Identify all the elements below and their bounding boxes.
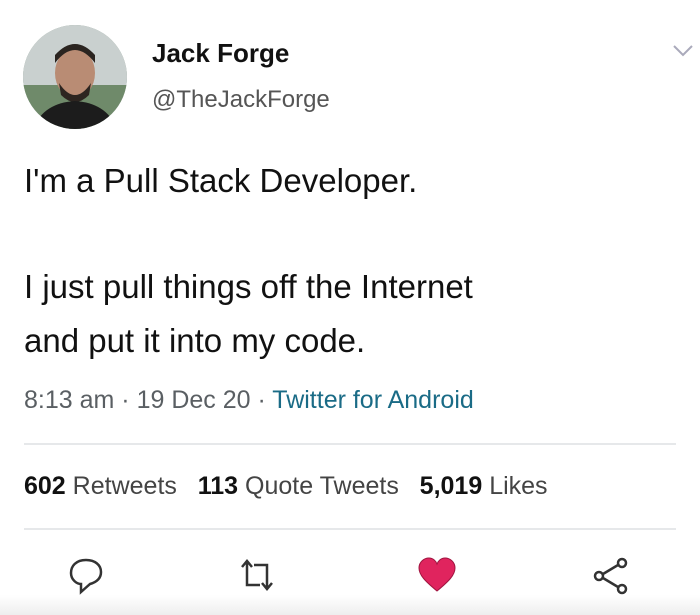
bottom-edge [0, 595, 700, 615]
separator: · [250, 386, 273, 414]
likes-label: Likes [489, 472, 548, 500]
quotes-label: Quote Tweets [245, 472, 399, 500]
retweets-stat[interactable]: 602 Retweets [24, 472, 177, 500]
quotes-count: 113 [197, 472, 239, 500]
user-handle[interactable]: @TheJackForge [152, 86, 330, 114]
display-name[interactable]: Jack Forge [152, 38, 289, 69]
reply-icon[interactable] [68, 557, 104, 595]
chevron-down-icon[interactable] [672, 44, 694, 58]
avatar[interactable] [23, 25, 127, 129]
likes-stat[interactable]: 5,019 Likes [420, 472, 548, 500]
tweet-time: 8:13 am [24, 386, 115, 414]
share-icon[interactable] [592, 557, 630, 595]
tweet-date: 19 Dec 20 [136, 386, 251, 414]
tweet-source-link[interactable]: Twitter for Android [272, 386, 473, 414]
divider [24, 528, 676, 530]
retweets-label: Retweets [72, 472, 177, 500]
quotes-stat[interactable]: 113 Quote Tweets [198, 472, 399, 500]
tweet-stats: 602 Retweets 113 Quote Tweets 5,019 Like… [24, 472, 548, 501]
tweet-text-line: I'm a Pull Stack Developer. [24, 162, 418, 199]
tweet-text-line: and put it into my code. [24, 322, 366, 359]
heart-icon[interactable] [417, 557, 457, 593]
tweet-meta: 8:13 am · 19 Dec 20 · Twitter for Androi… [24, 386, 474, 415]
retweet-icon[interactable] [238, 557, 276, 593]
separator: · [114, 386, 137, 414]
divider [24, 443, 676, 445]
retweets-count: 602 [24, 472, 66, 500]
likes-count: 5,019 [419, 472, 483, 500]
tweet-text-line: I just pull things off the Internet [24, 268, 473, 305]
